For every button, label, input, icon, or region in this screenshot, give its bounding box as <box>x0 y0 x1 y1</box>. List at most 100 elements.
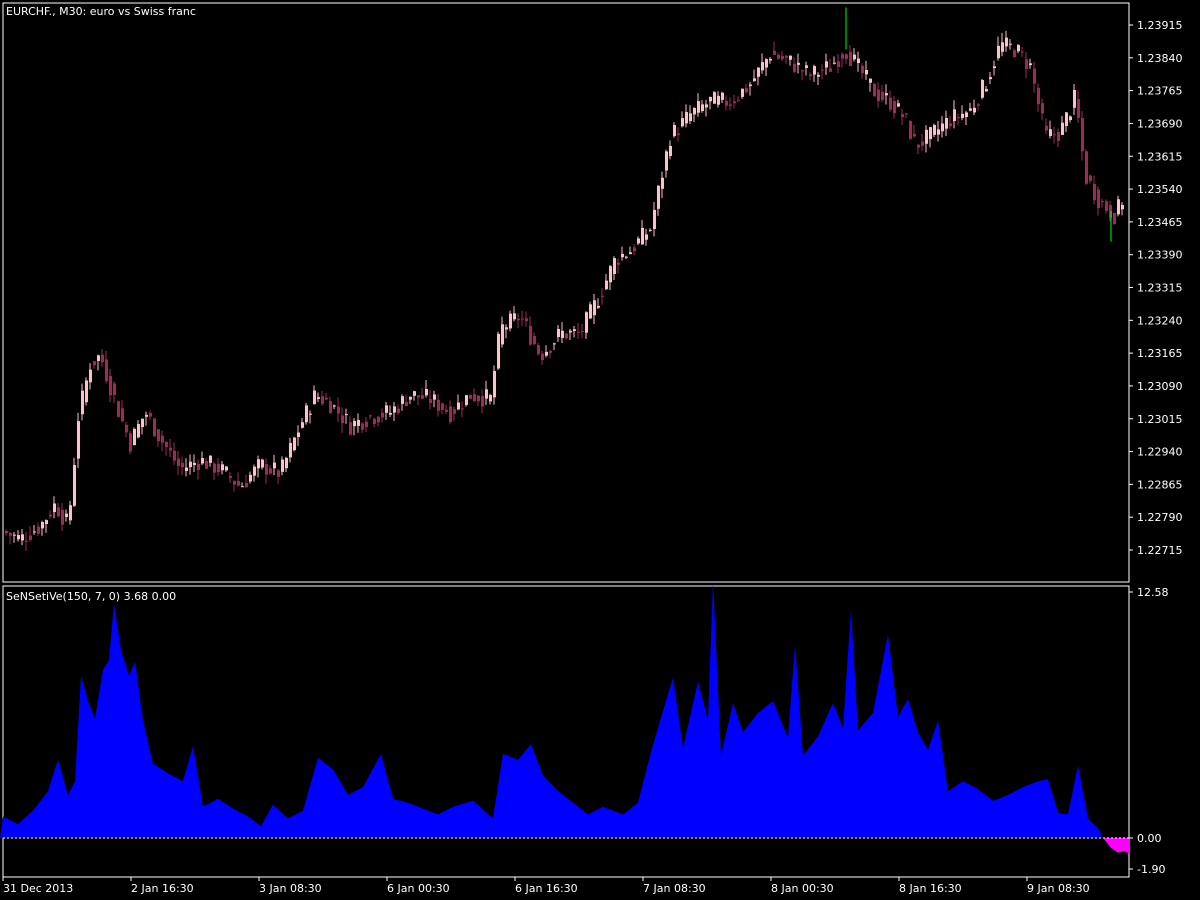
candle-body <box>1025 59 1028 70</box>
candle-body <box>77 421 80 459</box>
candle-body <box>833 62 836 64</box>
candle-body <box>137 424 140 438</box>
candle-body <box>177 458 180 467</box>
candles-group <box>5 7 1124 551</box>
candle-body <box>357 419 360 426</box>
candle-body <box>181 462 184 468</box>
candle-body <box>441 403 444 410</box>
candle-body <box>901 114 904 118</box>
price-tick-label: 1.23615 <box>1137 150 1183 163</box>
candle-body <box>729 104 732 106</box>
candle-body <box>21 534 24 541</box>
candle-body <box>277 470 280 477</box>
candle-body <box>853 54 856 60</box>
candle-body <box>69 505 72 521</box>
price-tick-label: 1.23465 <box>1137 216 1183 229</box>
candle-body <box>273 462 276 469</box>
time-axis: 31 Dec 2013 2 Jan 16:30 3 Jan 08:30 6 Jan 0… <box>2 877 1090 895</box>
candle-body <box>17 535 20 540</box>
candle-body <box>1041 103 1044 114</box>
candle-body <box>109 375 112 396</box>
price-tick-label: 1.23015 <box>1137 413 1183 426</box>
candle-body <box>769 58 772 61</box>
price-tick-label: 1.23390 <box>1137 249 1183 262</box>
price-tick-label: 1.22715 <box>1137 544 1183 557</box>
candle-body <box>529 325 532 345</box>
candle-body <box>917 144 920 148</box>
candle-body <box>981 80 984 98</box>
candle-body <box>1057 131 1060 141</box>
candle-body <box>149 413 152 417</box>
candle-body <box>369 415 372 417</box>
candle-body <box>789 55 792 60</box>
price-tick-label: 1.23840 <box>1137 52 1183 65</box>
candle-body <box>1045 125 1048 131</box>
candle-body <box>317 397 320 399</box>
candle-body <box>489 395 492 402</box>
candle-body <box>249 474 252 482</box>
candle-body <box>761 62 764 71</box>
candle-body <box>337 406 340 414</box>
candle-body <box>609 266 612 283</box>
candle-body <box>725 100 728 106</box>
candle-body <box>589 304 592 319</box>
candle-body <box>1065 112 1068 126</box>
candle-body <box>697 101 700 113</box>
candle-body <box>1037 87 1040 105</box>
candle-body <box>1085 151 1088 184</box>
candle-body <box>269 468 272 474</box>
candle-body <box>321 396 324 404</box>
candle-body <box>705 104 708 108</box>
candle-body <box>805 65 808 68</box>
candle-body <box>133 428 136 446</box>
candle-body <box>1017 45 1020 52</box>
candle-body <box>265 464 268 475</box>
candle-body <box>1081 117 1084 152</box>
time-tick-label: 2 Jan 16:30 <box>131 882 194 895</box>
candle-body <box>97 355 100 361</box>
candle-body <box>577 331 580 333</box>
candle-body <box>1049 129 1052 136</box>
candle-body <box>709 96 712 102</box>
candle-body <box>877 89 880 102</box>
candle-body <box>849 51 852 66</box>
candle-body <box>869 78 872 83</box>
candle-body <box>661 177 664 189</box>
candle-body <box>405 401 408 406</box>
candle-body <box>513 313 516 320</box>
candle-body <box>933 125 936 135</box>
candle-body <box>685 112 688 124</box>
candle-body <box>945 118 948 129</box>
candle-body <box>297 432 300 437</box>
candle-body <box>325 397 328 400</box>
candle-body <box>509 313 512 329</box>
candle-body <box>1089 175 1092 181</box>
candle-body <box>613 258 616 274</box>
candle-body <box>245 482 248 488</box>
candle-body <box>601 295 604 297</box>
candle-body <box>141 418 144 428</box>
candle-body <box>777 54 780 59</box>
candle-body <box>657 185 660 209</box>
candle-body <box>737 99 740 101</box>
main-panel: 1.23915 1.23840 1.23765 1.23690 1.23615 1.235… <box>2 2 1183 583</box>
candle-body <box>1013 50 1016 58</box>
candle-body <box>517 318 520 321</box>
candle-body <box>1001 42 1004 52</box>
candle-body <box>873 83 876 97</box>
candle-body <box>793 63 796 72</box>
candle-body <box>881 92 884 100</box>
candle-body <box>649 229 652 231</box>
candle-body <box>425 389 428 396</box>
candle-body <box>809 74 812 77</box>
candle-body <box>909 121 912 139</box>
candle-body <box>1077 99 1080 118</box>
candle-body <box>221 464 224 471</box>
candle-body <box>309 413 312 415</box>
candle-body <box>505 327 508 330</box>
candle-body <box>905 113 908 115</box>
candle-body <box>965 112 968 118</box>
indicator-negative-area <box>1103 838 1130 855</box>
candle-body <box>85 380 88 403</box>
candle-body <box>41 522 44 529</box>
